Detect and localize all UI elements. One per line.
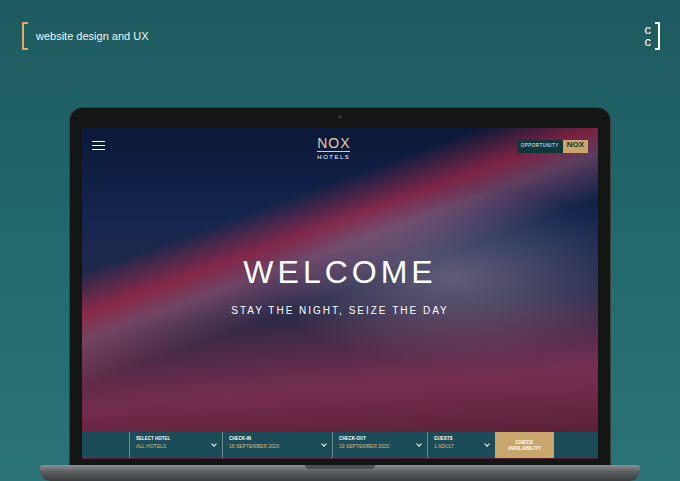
booking-field[interactable]: SELECT HOTEL ALL HOTELS: [129, 432, 222, 458]
site-header: NOX HOTELS OPPORTUNITY NOX: [82, 128, 598, 170]
logo-letters: cc: [645, 24, 652, 49]
bracket-icon: [22, 22, 28, 50]
field-label: SELECT HOTEL: [136, 436, 208, 441]
booking-bar: SELECT HOTEL ALL HOTELS CHECK-IN 18 SEPTEMB…: [82, 432, 598, 458]
top-bar: website design and UX cc: [0, 0, 680, 107]
check-availability-button[interactable]: CHECKAVAILABILITY: [495, 432, 554, 458]
field-value: 18 SEPTEMBER 2020: [229, 443, 318, 450]
laptop-base: [40, 465, 640, 481]
hero-title: WELCOME: [243, 256, 436, 288]
hero-subtitle: STAY THE NIGHT, SEIZE THE DAY: [231, 306, 448, 316]
field-label: GUESTS: [434, 436, 481, 441]
badge-brand: NOX: [563, 140, 588, 153]
brand-logo[interactable]: NOX HOTELS: [317, 136, 350, 160]
brand-name: NOX: [317, 136, 350, 150]
field-label: CHECK-IN: [229, 436, 318, 441]
logo-letter: c: [645, 24, 652, 36]
menu-icon[interactable]: [92, 136, 105, 150]
topic-label: website design and UX: [22, 22, 149, 50]
laptop-screen: NOX HOTELS OPPORTUNITY NOX WELCOME STAY …: [69, 107, 611, 465]
studio-logo: cc: [645, 22, 661, 50]
topic-text: website design and UX: [36, 31, 149, 42]
camera-icon: [338, 115, 342, 119]
opportunity-badge[interactable]: OPPORTUNITY NOX: [517, 140, 588, 153]
website: NOX HOTELS OPPORTUNITY NOX WELCOME STAY …: [82, 128, 598, 459]
hero: WELCOME STAY THE NIGHT, SEIZE THE DAY: [82, 170, 598, 432]
button-text: AVAILABILITY: [508, 445, 542, 452]
brand-sub: HOTELS: [317, 151, 350, 160]
button-text: CHECK: [516, 439, 534, 446]
field-value: 1 ADULT: [434, 443, 481, 450]
booking-field[interactable]: GUESTS 1 ADULT: [427, 432, 495, 458]
field-label: CHECK-OUT: [339, 436, 413, 441]
booking-field[interactable]: CHECK-OUT 19 SEPTEMBER 2020: [332, 432, 427, 458]
bracket-icon: [655, 22, 660, 50]
field-value: 19 SEPTEMBER 2020: [339, 443, 413, 450]
badge-label: OPPORTUNITY: [517, 140, 563, 153]
field-value: ALL HOTELS: [136, 443, 208, 450]
booking-field[interactable]: CHECK-IN 18 SEPTEMBER 2020: [222, 432, 332, 458]
logo-letter: c: [645, 36, 652, 48]
